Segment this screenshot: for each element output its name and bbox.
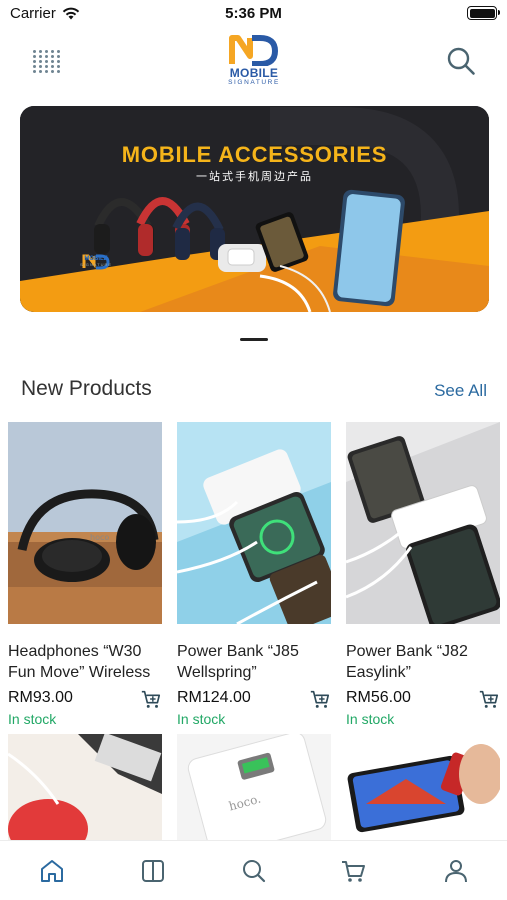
banner-logo: MOBILE SIGNATURE: [80, 256, 112, 267]
product-name-line1: Headphones “W30: [8, 643, 142, 660]
stock-status: In stock: [8, 711, 57, 727]
new-products-title: New Products: [21, 377, 152, 400]
see-all-link[interactable]: See All: [434, 381, 487, 401]
product-name-line1: Power Bank “J82: [346, 643, 468, 660]
status-time: 5:36 PM: [225, 5, 282, 22]
product-name[interactable]: Power Bank “J82 Easylink”: [346, 641, 500, 685]
price-row: RM56.00: [346, 688, 500, 710]
product-name-line2: Easylink”: [346, 664, 411, 681]
app-header: MOBILE SIGNATURE: [0, 30, 507, 92]
product-card-partial[interactable]: [8, 734, 162, 844]
catalog-icon[interactable]: [140, 858, 166, 884]
logo-subtitle: SIGNATURE: [228, 79, 280, 86]
battery-icon: [467, 6, 500, 20]
product-image-hoco-charger[interactable]: hoco.: [177, 734, 331, 844]
product-name[interactable]: Power Bank “J85 Wellspring”: [177, 641, 331, 685]
nd-logo-mark: [229, 35, 279, 66]
product-card-partial[interactable]: hoco.: [177, 734, 331, 844]
product-name[interactable]: Headphones “W30 Fun Move” Wireless: [8, 641, 162, 685]
search-icon[interactable]: [445, 45, 477, 77]
logo-title: MOBILE: [229, 66, 279, 80]
product-card[interactable]: Power Bank “J82 Easylink” RM56.00 In sto…: [345, 422, 501, 728]
stock-status: In stock: [177, 711, 226, 727]
banner-page-indicator[interactable]: [240, 338, 268, 341]
product-name-line1: Power Bank “J85: [177, 643, 299, 660]
status-bar: Carrier 5:36 PM: [0, 0, 507, 28]
product-image-headphones[interactable]: hoco: [8, 422, 162, 624]
product-card-partial[interactable]: [346, 734, 500, 844]
menu-grid-icon[interactable]: [32, 46, 62, 76]
product-image-wireless-charger[interactable]: [8, 734, 162, 844]
price-row: RM124.00: [177, 688, 331, 710]
product-name-line2: Fun Move” Wireless: [8, 664, 151, 681]
banner-subtitle: 一站式手机周边产品: [196, 171, 313, 183]
search-tab-icon[interactable]: [241, 858, 267, 884]
add-to-cart-icon[interactable]: [478, 688, 500, 710]
product-image-gaming-phone[interactable]: [346, 734, 500, 844]
banner-artwork: [20, 106, 489, 312]
cart-icon[interactable]: [340, 858, 366, 884]
banner-title: MOBILE ACCESSORIES: [121, 142, 388, 167]
product-price: RM124.00: [177, 689, 251, 706]
banner-logo-subtitle: SIGNATURE: [80, 262, 113, 267]
price-row: RM93.00: [8, 688, 162, 710]
product-card[interactable]: hoco Headphones “W30 Fun Move” Wireless …: [8, 422, 162, 728]
product-price: RM56.00: [346, 689, 411, 706]
promo-banner[interactable]: MOBILE ACCESSORIES 一站式手机周边产品 MOBILE SIGN…: [20, 106, 489, 312]
bottom-tab-bar: [0, 840, 507, 900]
product-name-line2: Wellspring”: [177, 664, 257, 681]
brand-logo[interactable]: MOBILE SIGNATURE: [212, 32, 296, 90]
stock-status: In stock: [346, 711, 395, 727]
product-price: RM93.00: [8, 689, 73, 706]
add-to-cart-icon[interactable]: [140, 688, 162, 710]
product-image-power-bank-j85[interactable]: [176, 422, 345, 632]
add-to-cart-icon[interactable]: [309, 688, 331, 710]
product-card[interactable]: Power Bank “J85 Wellspring” RM124.00 In …: [176, 422, 345, 728]
svg-text:hoco: hoco: [90, 533, 109, 542]
home-icon[interactable]: [39, 858, 65, 884]
product-image-power-bank-j82[interactable]: [345, 422, 501, 630]
profile-icon[interactable]: [443, 858, 469, 884]
